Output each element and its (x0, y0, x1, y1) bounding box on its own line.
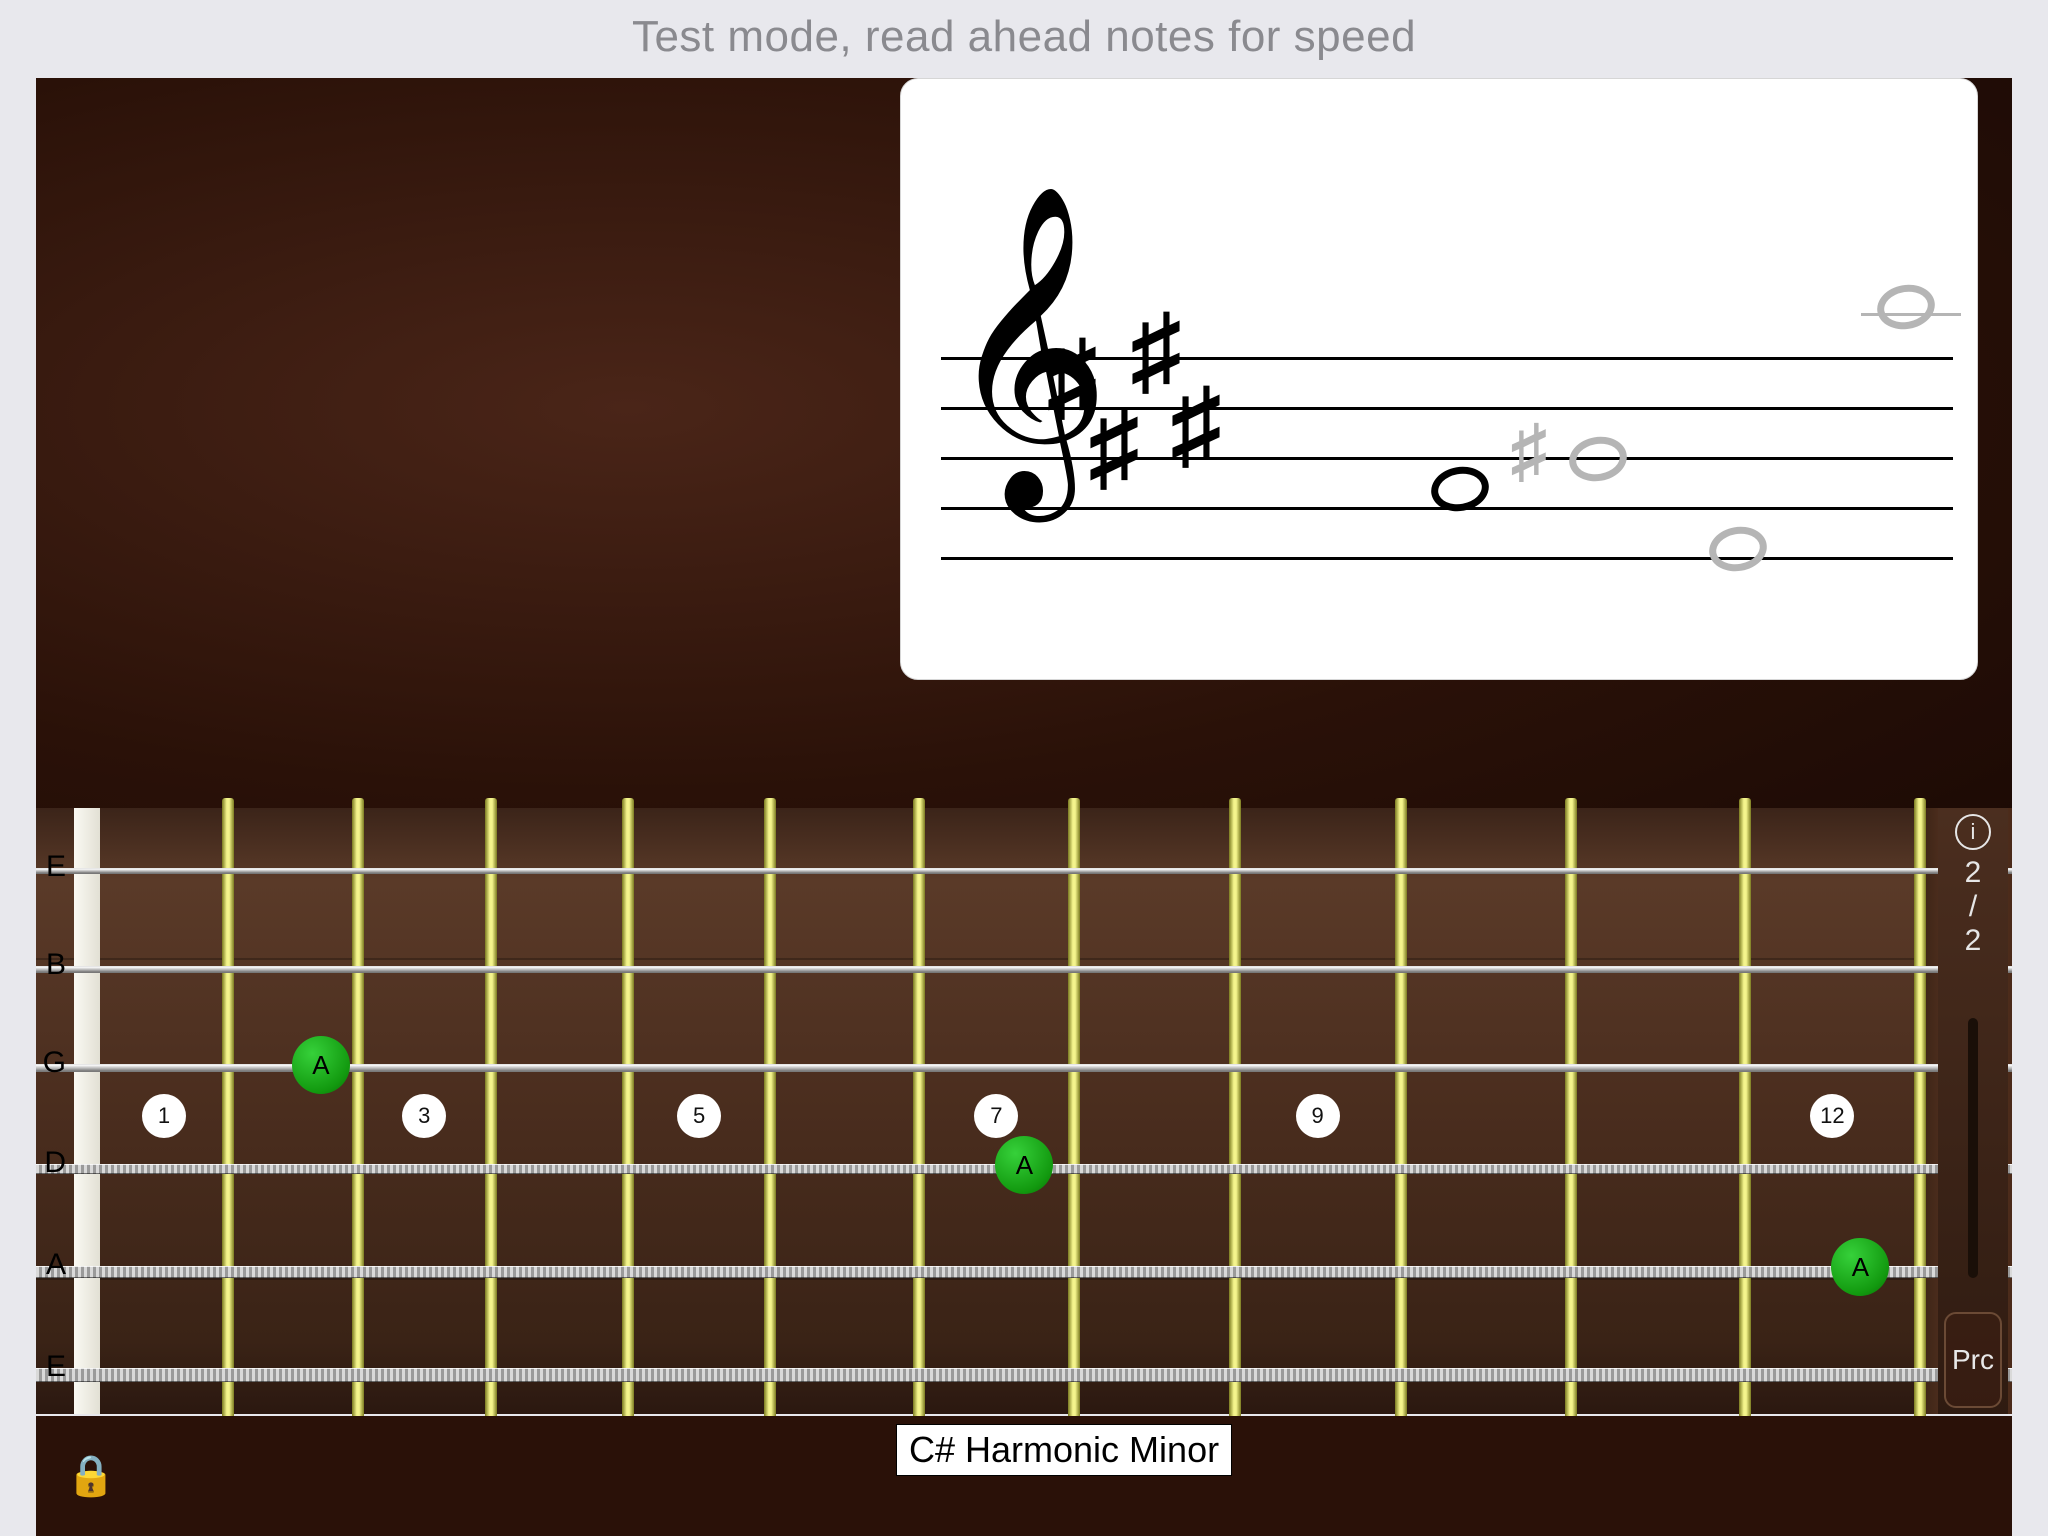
staff-line (941, 557, 1953, 560)
bottom-bar: 🔒 C# Harmonic Minor (36, 1416, 2012, 1536)
upcoming-note (1566, 432, 1631, 485)
tempo-slider[interactable] (1968, 1018, 1978, 1278)
lock-icon[interactable]: 🔒 (66, 1452, 116, 1499)
wood-grain (36, 958, 2012, 960)
open-string-label: B (36, 948, 66, 982)
fret-wire (485, 798, 497, 1424)
fret-marker: 1 (142, 1094, 186, 1138)
fret-wire (622, 798, 634, 1424)
fret-wire (913, 798, 925, 1424)
fret-marker: 12 (1810, 1094, 1854, 1138)
string-b1[interactable] (36, 966, 2012, 973)
staff-panel: 𝄞 ♯ ♯ ♯ ♯ ♯ (900, 78, 1978, 680)
fret-wire (1565, 798, 1577, 1424)
practice-button[interactable]: Prc (1944, 1312, 2002, 1408)
open-string-label: A (36, 1248, 66, 1282)
string-a4[interactable] (36, 1266, 2012, 1278)
note-dot[interactable]: A (1831, 1238, 1889, 1296)
string-e5[interactable] (36, 1368, 2012, 1382)
fret-wire (352, 798, 364, 1424)
fret-marker: 5 (677, 1094, 721, 1138)
upcoming-note (1706, 522, 1771, 575)
score-correct: 2 (1965, 856, 1982, 890)
fret-marker: 7 (974, 1094, 1018, 1138)
note-dot[interactable]: A (292, 1036, 350, 1094)
fret-wire (1229, 798, 1241, 1424)
open-string-label: D (36, 1146, 66, 1180)
scale-label[interactable]: C# Harmonic Minor (896, 1424, 1232, 1476)
open-string-label: G (36, 1046, 66, 1080)
note-dot[interactable]: A (995, 1136, 1053, 1194)
score-divider: / (1969, 890, 1977, 924)
open-string-label: E (36, 850, 66, 884)
fret-marker: 9 (1296, 1094, 1340, 1138)
sharp-icon: ♯ (1089, 397, 1139, 497)
fret-wire (1395, 798, 1407, 1424)
string-e0[interactable] (36, 868, 2012, 874)
fret-wire (1914, 798, 1926, 1424)
score-total: 2 (1965, 924, 1982, 958)
nut (74, 808, 100, 1414)
open-string-label: E (36, 1350, 66, 1384)
sharp-icon: ♯ (1171, 375, 1221, 475)
wood-grain (36, 1278, 2012, 1280)
fretboard[interactable]: E B G D A E 1 3 5 7 9 12 A A A i 2 / 2 Prc (36, 808, 2012, 1414)
info-icon[interactable]: i (1955, 814, 1991, 850)
fret-wire (764, 798, 776, 1424)
upcoming-note (1874, 280, 1939, 333)
fret-marker: 3 (402, 1094, 446, 1138)
fret-wire (1068, 798, 1080, 1424)
fret-wire (1739, 798, 1751, 1424)
side-panel: i 2 / 2 Prc (1938, 808, 2008, 1414)
mode-subtitle: Test mode, read ahead notes for speed (0, 0, 2048, 62)
sharp-icon: ♯ (1511, 415, 1547, 487)
fret-wire (222, 798, 234, 1424)
